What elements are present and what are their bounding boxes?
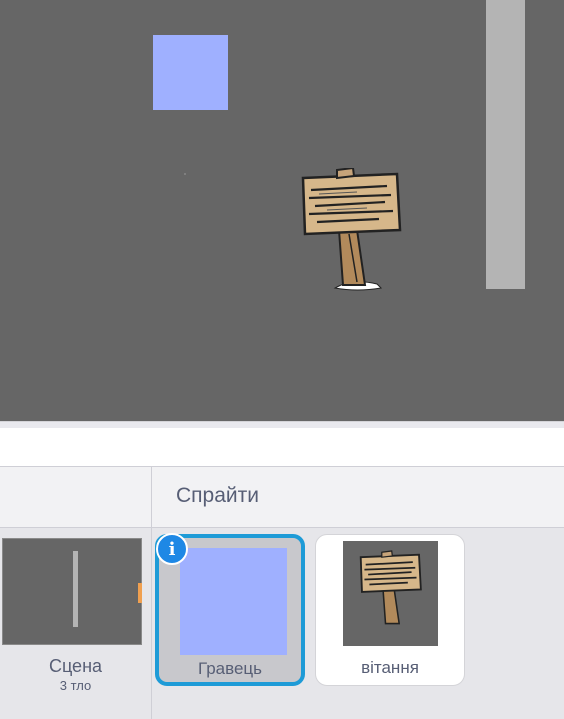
player-sprite[interactable]: [153, 35, 228, 110]
sprite-pane: Сцена 3 тло Спрайти Гравець вітання: [0, 466, 564, 719]
sign-sprite[interactable]: [297, 168, 407, 293]
sign-thumbnail: [343, 541, 438, 646]
info-icon[interactable]: i: [156, 533, 188, 565]
sprites-title: Спрайти: [176, 484, 259, 507]
stage-header: [0, 467, 151, 528]
info-icon-glyph: i: [168, 539, 176, 560]
stage-speck: [184, 173, 186, 175]
stage-canvas[interactable]: [0, 0, 564, 421]
stage-label: Сцена: [48, 656, 103, 676]
wooden-sign-icon: [359, 550, 422, 625]
sprite-card-label: вітання: [361, 658, 419, 677]
stage-selector[interactable]: Сцена 3 тло: [0, 467, 152, 719]
stage-thumbnail-wall: [73, 551, 78, 627]
stage-thumbnail[interactable]: [2, 538, 142, 645]
backdrop-count: 3 тло: [59, 678, 92, 693]
sprite-card-label: Гравець: [197, 659, 263, 678]
sprites-header: Спрайти: [152, 467, 564, 528]
stage-separator: [0, 421, 564, 428]
sprite-card-sign[interactable]: вітання: [315, 534, 465, 686]
stage-thumbnail-marker: [138, 583, 142, 603]
wall-sprite[interactable]: [486, 0, 525, 289]
player-thumbnail: [180, 548, 287, 655]
